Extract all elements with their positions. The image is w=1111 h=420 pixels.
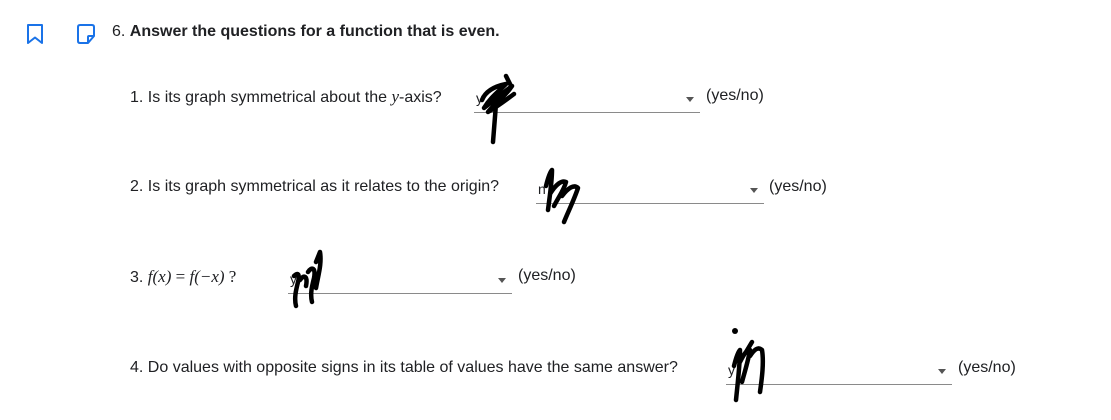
handwritten-scribble — [479, 73, 517, 145]
note-icon[interactable] — [76, 24, 96, 44]
answer-hint: (yes/no) — [518, 267, 576, 284]
answer-hint: (yes/no) — [769, 178, 827, 195]
question-number: 6. — [112, 23, 126, 40]
chevron-down-icon — [686, 97, 694, 102]
item-label: 1. Is its graph symmetrical about the y-… — [130, 87, 442, 106]
chevron-down-icon — [750, 188, 758, 193]
item-label: 3. f(x) = f(−x) ? — [130, 267, 237, 286]
item-label: 4. Do values with opposite signs in its … — [130, 359, 678, 376]
handwritten-scribble — [291, 249, 323, 309]
answer-hint: (yes/no) — [706, 87, 764, 104]
handwritten-scribble — [543, 167, 581, 225]
item-label: 2. Is its graph symmetrical as it relate… — [130, 178, 500, 195]
bookmark-icon[interactable] — [26, 24, 44, 44]
chevron-down-icon — [938, 369, 946, 374]
question-heading: 6. Answer the questions for a function t… — [112, 23, 500, 41]
answer-hint: (yes/no) — [958, 359, 1016, 376]
question-title: Answer the questions for a function that… — [129, 23, 500, 40]
chevron-down-icon — [498, 278, 506, 283]
handwritten-scribble — [731, 328, 766, 403]
